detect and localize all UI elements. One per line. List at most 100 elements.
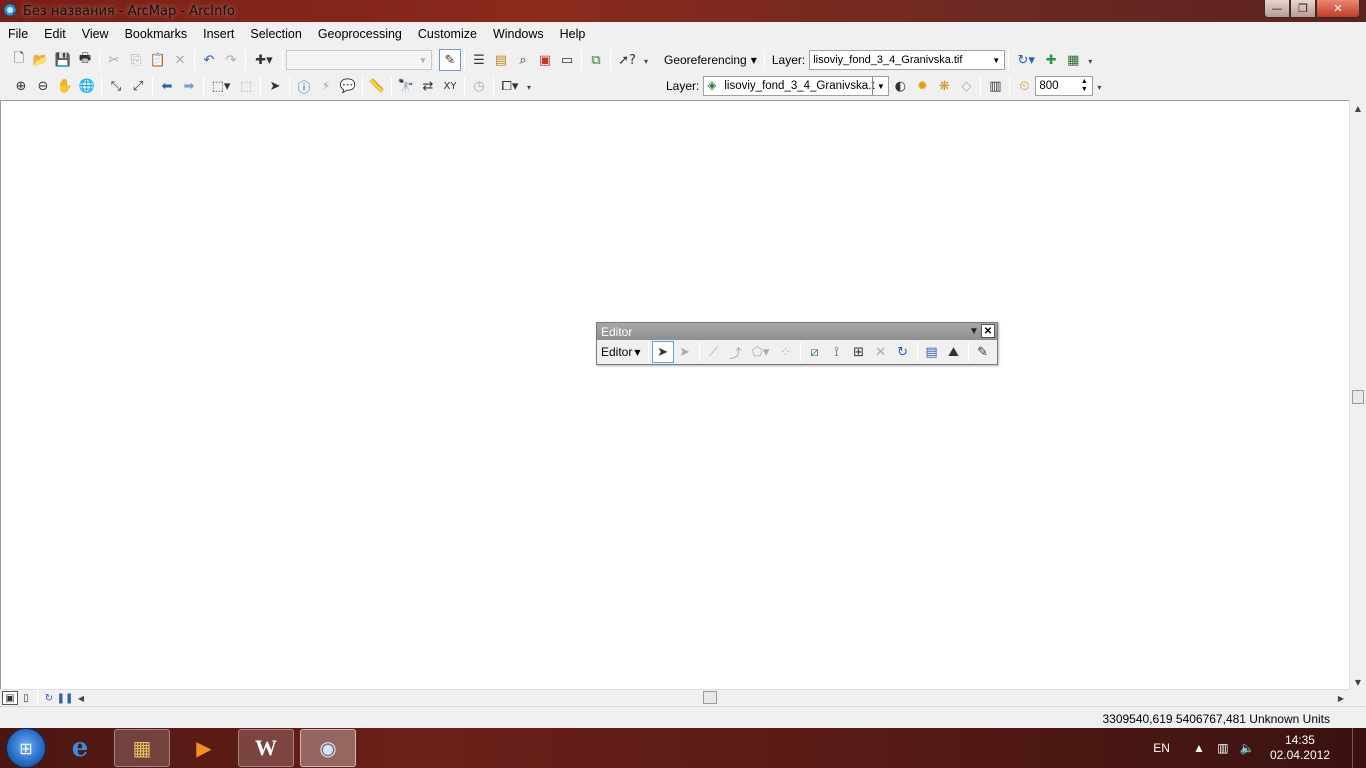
whats-this-icon[interactable]: ➚? xyxy=(614,49,640,71)
show-desktop-button[interactable] xyxy=(1352,728,1366,768)
scroll-up-icon[interactable]: ▲ xyxy=(1350,100,1366,116)
sketch-properties-icon[interactable]: ⛰ xyxy=(943,341,965,363)
toolbar-options-icon[interactable]: ▾ xyxy=(1095,80,1103,92)
minimize-button[interactable]: — xyxy=(1264,0,1290,18)
toolbar-options-icon[interactable]: ▾ xyxy=(1086,54,1094,66)
close-button[interactable]: ✕ xyxy=(1316,0,1360,18)
scroll-thumb[interactable] xyxy=(1352,390,1364,404)
python-icon[interactable]: ▭ xyxy=(556,49,578,71)
select-elements-icon[interactable]: ➤ xyxy=(264,75,286,97)
add-control-points-icon[interactable]: ✚ xyxy=(1040,49,1062,71)
pause-drawing-icon[interactable]: ❚❚ xyxy=(57,691,74,705)
toc-icon[interactable]: ☰ xyxy=(468,49,490,71)
find-icon[interactable]: 🔭 xyxy=(395,75,417,97)
brightness-icon[interactable]: ✹ xyxy=(911,75,933,97)
language-indicator[interactable]: EN xyxy=(1153,741,1170,755)
editor-toolbar-window[interactable]: Editor ▼ ✕ Editor ▼ ➤ ➤ ⟋ ⤴ ⬠▾ ⁘ ⧄ ⟟ ⊞ ✕… xyxy=(596,322,998,365)
paste-icon[interactable]: 📋 xyxy=(147,49,169,71)
search-icon[interactable]: ⌕ xyxy=(512,49,534,71)
rotate-icon[interactable]: ↻▾ xyxy=(1012,49,1040,71)
html-popup-icon[interactable]: 💬 xyxy=(337,75,359,97)
transparency-icon[interactable]: ❋ xyxy=(933,75,955,97)
edit-tool-icon[interactable]: ➤ xyxy=(651,341,674,363)
spinner-icon[interactable]: ▲ ▼ xyxy=(1076,77,1092,95)
delete-icon[interactable]: ✕ xyxy=(169,49,191,71)
fixed-zoom-out-icon[interactable]: ⤢ xyxy=(127,75,149,97)
volume-icon[interactable]: 🔈 xyxy=(1236,741,1258,755)
swipe-icon[interactable]: ◇ xyxy=(955,75,977,97)
fixed-zoom-in-icon[interactable]: ⤡ xyxy=(105,75,127,97)
clock[interactable]: 14:35 02.04.2012 xyxy=(1270,733,1330,763)
edit-annotation-icon[interactable]: ➤ xyxy=(674,341,696,363)
menu-view[interactable]: View xyxy=(74,27,117,41)
copy-icon[interactable]: ⎘ xyxy=(125,49,147,71)
add-data-icon[interactable]: ✚▾ xyxy=(249,49,279,71)
end-point-arc-icon[interactable]: ⤴ xyxy=(725,341,747,363)
scroll-down-icon[interactable]: ▼ xyxy=(1350,674,1366,690)
time-slider-icon[interactable]: ◷ xyxy=(468,75,490,97)
point-icon[interactable]: ⁘ xyxy=(775,341,797,363)
menu-edit[interactable]: Edit xyxy=(36,27,74,41)
print-icon[interactable]: 🖶 xyxy=(74,49,96,71)
georef-layer-select[interactable]: lisoviy_fond_3_4_Granivska.tif ▼ xyxy=(809,50,1006,70)
forward-icon[interactable]: ➡ xyxy=(178,75,200,97)
model-builder-icon[interactable]: ⧉ xyxy=(585,49,607,71)
refresh-icon[interactable]: ↻ xyxy=(41,691,57,705)
map-view[interactable] xyxy=(0,100,1366,689)
editor-title-bar[interactable]: Editor ▼ ✕ xyxy=(597,323,997,340)
map-scale-combo[interactable]: ▼ xyxy=(286,50,432,70)
editor-toolbar-icon[interactable]: ✎ xyxy=(439,49,461,71)
straight-segment-icon[interactable]: ⟋ xyxy=(703,341,725,363)
create-viewer-icon[interactable]: ⧠▾ xyxy=(497,75,523,97)
horizontal-scrollbar[interactable]: ◀ ▶ xyxy=(73,690,1349,706)
cut-icon[interactable]: ✂ xyxy=(103,49,125,71)
toolbar-options-icon[interactable]: ▾ xyxy=(642,54,650,66)
chevron-down-icon[interactable]: ▼ xyxy=(967,324,981,338)
data-view-icon[interactable]: ▣ xyxy=(2,691,18,705)
rotate-tool-icon[interactable]: ↻ xyxy=(892,341,914,363)
edit-vertices-icon[interactable]: ⧄ xyxy=(804,341,826,363)
arctoolbox-icon[interactable]: ▣ xyxy=(534,49,556,71)
toolbar-options-icon[interactable]: ▾ xyxy=(525,80,533,92)
catalog-icon[interactable]: ▤ xyxy=(490,49,512,71)
menu-insert[interactable]: Insert xyxy=(195,27,242,41)
zoom-in-icon[interactable]: ⊕ xyxy=(10,75,32,97)
flicker-icon[interactable]: ⏲ xyxy=(1013,75,1035,97)
start-button[interactable]: ⊞ xyxy=(6,728,46,768)
show-hidden-icons-icon[interactable]: ▲ xyxy=(1188,741,1210,755)
editor-menu[interactable]: Editor xyxy=(601,345,632,359)
menu-file[interactable]: File xyxy=(0,27,36,41)
redo-icon[interactable]: ↷ xyxy=(220,49,242,71)
arcmap-icon[interactable]: ◉ xyxy=(300,729,356,767)
pan-icon[interactable]: ✋ xyxy=(54,75,76,97)
file-explorer-icon[interactable]: ▦ xyxy=(114,729,170,767)
measure-icon[interactable]: 📏 xyxy=(366,75,388,97)
scroll-thumb[interactable] xyxy=(703,691,717,704)
cut-polygons-icon[interactable]: ⊞ xyxy=(848,341,870,363)
new-icon[interactable]: 🗋 xyxy=(8,49,30,71)
zoom-out-icon[interactable]: ⊖ xyxy=(32,75,54,97)
clear-selection-icon[interactable]: ⬚ xyxy=(235,75,257,97)
hyperlink-icon[interactable]: ⚡ xyxy=(315,75,337,97)
contrast-icon[interactable]: ◐ xyxy=(889,75,911,97)
split-icon[interactable]: ✕ xyxy=(870,341,892,363)
menu-help[interactable]: Help xyxy=(552,27,594,41)
find-route-icon[interactable]: ⇄ xyxy=(417,75,439,97)
open-icon[interactable]: 📂 xyxy=(30,49,52,71)
identify-icon[interactable]: ⓘ xyxy=(293,75,315,97)
close-icon[interactable]: ✕ xyxy=(981,324,995,338)
go-to-xy-icon[interactable]: XY xyxy=(439,75,461,97)
trace-icon[interactable]: ⬠▾ xyxy=(747,341,775,363)
select-features-icon[interactable]: ⬚▾ xyxy=(207,75,235,97)
georeferencing-menu[interactable]: Georeferencing xyxy=(664,53,747,67)
resample-icon[interactable]: ▥ xyxy=(984,75,1006,97)
menu-geoprocessing[interactable]: Geoprocessing xyxy=(310,27,410,41)
undo-icon[interactable]: ↶ xyxy=(198,49,220,71)
network-icon[interactable]: ▥ xyxy=(1212,741,1234,755)
menu-bookmarks[interactable]: Bookmarks xyxy=(117,27,196,41)
save-icon[interactable]: 💾 xyxy=(52,49,74,71)
maximize-button[interactable]: ❐ xyxy=(1290,0,1316,18)
flicker-rate-input[interactable]: 800 ▲ ▼ xyxy=(1035,76,1094,96)
reshape-icon[interactable]: ⟟ xyxy=(826,341,848,363)
vertical-scrollbar[interactable]: ▲ ▼ xyxy=(1349,100,1366,690)
